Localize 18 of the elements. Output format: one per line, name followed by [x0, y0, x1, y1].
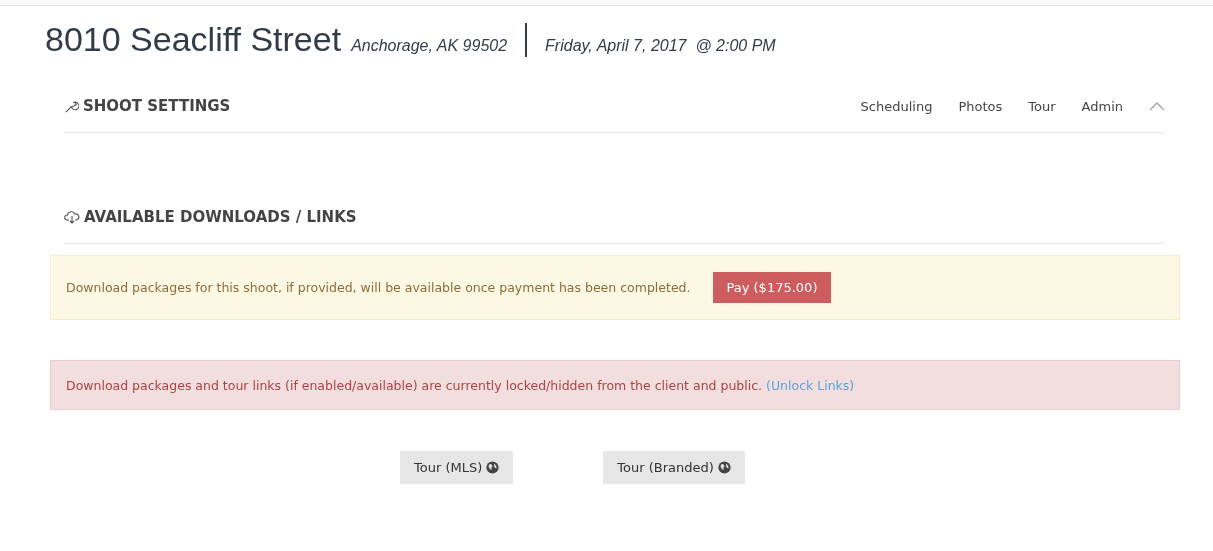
globe-icon: [717, 461, 731, 474]
section-title: SHOOT SETTINGS: [83, 97, 231, 115]
nav-link[interactable]: Tour: [1028, 98, 1056, 114]
chevron-icon[interactable]: [1149, 101, 1165, 111]
section-title: AVAILABLE DOWNLOADS / LINKS: [84, 208, 357, 226]
alert-message: Download packages for this shoot, if provided, will be available once payment has been completed.: [66, 280, 691, 295]
city-text: Anchorage, AK 99502: [351, 37, 508, 55]
tour-button[interactable]: Tour (MLS): [400, 451, 514, 484]
tour-button[interactable]: Tour (Branded): [603, 451, 745, 484]
alert-message: Download packages and tour links (if enabled/available) are currently locked/hidden from the client and public. (Unlock Links): [66, 377, 855, 393]
date-text: Friday, April 7, 2017 @ 2:00 PM: [545, 37, 776, 55]
pay-button[interactable]: Pay ($175.00): [712, 272, 832, 303]
globe-icon: [486, 461, 500, 474]
cloud-download-icon: [64, 210, 80, 224]
nav-link[interactable]: Scheduling: [860, 98, 933, 114]
address-title: 8010 Seacliff Street: [45, 20, 342, 59]
nav-link[interactable]: Photos: [958, 98, 1003, 114]
nav-link[interactable]: Admin: [1081, 98, 1123, 114]
